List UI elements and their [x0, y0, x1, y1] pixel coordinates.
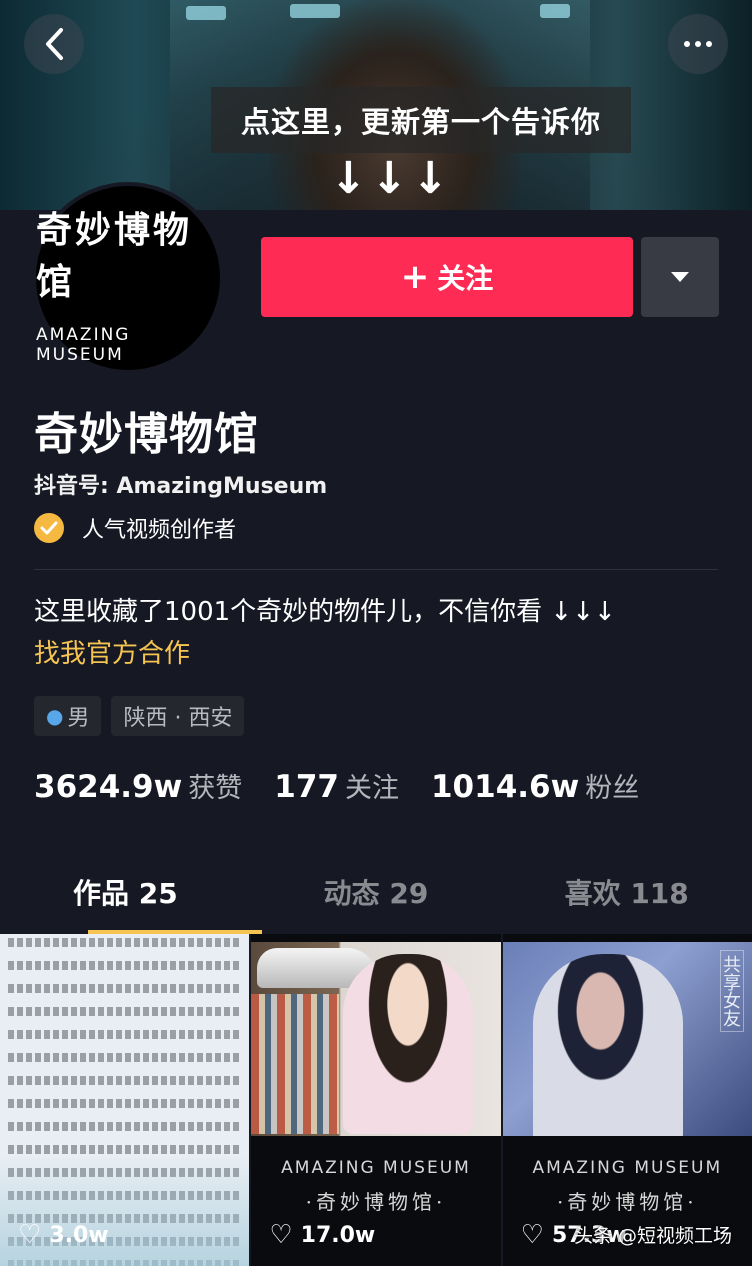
- profile-banner[interactable]: 点这里，更新第一个告诉你 ↓↓↓: [0, 0, 752, 210]
- back-button[interactable]: [24, 14, 84, 74]
- recommend-dropdown-button[interactable]: [641, 237, 719, 317]
- likes-count: 3624.9w: [34, 769, 183, 805]
- video-thumbnail[interactable]: 共享女友 AMAZING MUSEUM ·奇妙博物馆· ♡ 57.3w: [502, 934, 752, 1266]
- caret-down-icon: [671, 272, 689, 282]
- avatar-logo-cn: 奇妙博物馆: [36, 209, 193, 303]
- followers-label: 粉丝: [585, 773, 640, 804]
- tab-liked[interactable]: 喜欢 118: [501, 850, 752, 934]
- tab-works[interactable]: 作品 25: [0, 850, 251, 934]
- avatar[interactable]: 奇妙博物馆 AMAZING MUSEUM: [32, 182, 224, 374]
- brand-cn: ·奇妙博物馆·: [305, 1190, 447, 1214]
- heart-icon: ♡: [269, 1220, 293, 1250]
- brand-en: AMAZING MUSEUM: [532, 1158, 723, 1178]
- brand-en: AMAZING MUSEUM: [281, 1158, 471, 1178]
- person-on-phone-image: [532, 954, 683, 1144]
- gender-label: 男: [67, 706, 90, 731]
- douyin-id[interactable]: 抖音号: AmazingMuseum: [34, 468, 327, 500]
- profile-name: 奇妙博物馆: [34, 409, 259, 460]
- profile-tags: ● 男 陕西 · 西安: [34, 696, 245, 736]
- location-tag: 陕西 · 西安: [111, 696, 245, 736]
- stats-row: 3624.9w 获赞 177 关注 1014.6w 粉丝: [34, 766, 671, 805]
- follow-label: 关注: [437, 262, 494, 295]
- chevron-left-icon: [46, 28, 63, 60]
- verified-check-icon: [34, 513, 64, 543]
- ceiling-light: [540, 4, 570, 18]
- likes-label: 获赞: [188, 773, 243, 804]
- video-likes-count: 3.0w: [49, 1222, 109, 1248]
- following-count: 177: [274, 769, 339, 805]
- thumbnail-side-text: 共享女友: [719, 950, 744, 1032]
- ceiling-light: [290, 4, 340, 18]
- video-likes: ♡ 3.0w: [18, 1222, 109, 1248]
- following-stat[interactable]: 177 关注: [274, 766, 399, 805]
- gender-tag: ● 男: [34, 696, 102, 736]
- follow-button[interactable]: + 关注: [261, 237, 633, 317]
- verified-label: 人气视频创作者: [82, 518, 237, 543]
- tab-activity[interactable]: 动态 29: [251, 850, 502, 934]
- watermark: 头条 @短视频工场: [573, 1225, 732, 1247]
- brand-cn: ·奇妙博物馆·: [556, 1190, 698, 1214]
- location-label: 陕西 · 西安: [123, 706, 233, 731]
- video-likes-count: 17.0w: [300, 1222, 376, 1248]
- business-contact-link[interactable]: 找我官方合作: [34, 634, 190, 674]
- more-button[interactable]: [668, 14, 728, 74]
- likes-stat: 3624.9w 获赞: [34, 766, 242, 805]
- person-image: [343, 954, 474, 1134]
- heart-icon: ♡: [18, 1220, 42, 1250]
- bookshelf-image: [251, 994, 340, 1134]
- following-label: 关注: [344, 773, 399, 804]
- video-grid: ♡ 3.0w AMAZING MUSEUM ·奇妙博物馆· ♡ 17.0w 共享…: [0, 934, 752, 1266]
- verified-row: 人气视频创作者: [34, 512, 236, 544]
- banner-caption: 点这里，更新第一个告诉你: [211, 87, 631, 153]
- avatar-logo-en: AMAZING MUSEUM: [36, 325, 131, 365]
- video-likes: ♡ 17.0w: [269, 1222, 375, 1248]
- person-icon: ●: [46, 704, 64, 728]
- bio-text: 这里收藏了1001个奇妙的物件儿，不信你看 ↓↓↓: [34, 597, 616, 627]
- plus-icon: +: [400, 257, 430, 297]
- ceiling-light: [186, 6, 226, 20]
- followers-count: 1014.6w: [430, 769, 580, 805]
- video-thumbnail[interactable]: AMAZING MUSEUM ·奇妙博物馆· ♡ 17.0w: [251, 934, 501, 1266]
- video-thumbnail[interactable]: ♡ 3.0w: [0, 934, 250, 1266]
- heart-icon: ♡: [520, 1220, 544, 1250]
- more-dots-icon: [684, 41, 712, 47]
- divider: [34, 569, 718, 570]
- banner-arrows: ↓↓↓: [330, 153, 453, 204]
- followers-stat[interactable]: 1014.6w 粉丝: [431, 766, 639, 805]
- content-tabs: 作品 25 动态 29 喜欢 118: [0, 850, 752, 934]
